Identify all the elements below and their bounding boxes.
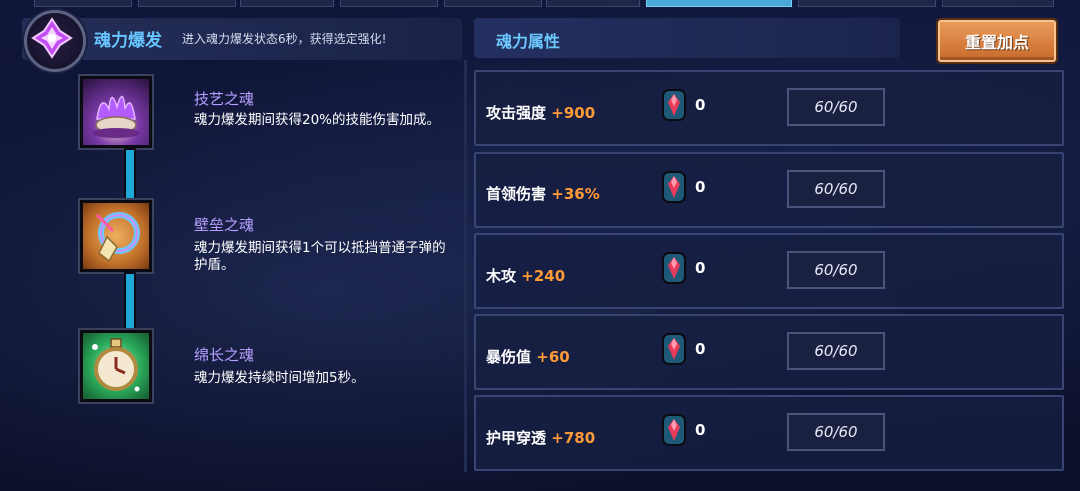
reset-points-button[interactable]: 重置加点	[938, 20, 1056, 62]
top-tab[interactable]	[546, 0, 640, 7]
soul-description: 魂力爆发期间获得20%的技能伤害加成。	[194, 112, 441, 128]
attribute-gem-count: 0	[695, 421, 706, 439]
soul-gem-icon	[660, 413, 688, 447]
attribute-gem-count: 0	[695, 96, 706, 114]
top-tab[interactable]	[138, 0, 236, 7]
attribute-level[interactable]: 60/60	[787, 88, 885, 126]
top-tab[interactable]	[34, 0, 132, 7]
soul-attributes-title: 魂力属性	[496, 32, 561, 51]
attribute-level[interactable]: 60/60	[787, 413, 885, 451]
purple-crystal-icon	[24, 10, 86, 72]
attribute-gem-count: 0	[695, 178, 706, 196]
attribute-gem-count: 0	[695, 340, 706, 358]
soul-description: 魂力爆发期间获得1个可以抵挡普通子弹的护盾。	[194, 240, 446, 273]
top-tab[interactable]	[798, 0, 936, 7]
soul-description: 魂力爆发持续时间增加5秒。	[194, 370, 365, 386]
attribute-label: 攻击强度 +900	[486, 104, 596, 122]
soul-name: 绵长之魂	[194, 346, 255, 364]
attribute-bonus: +900	[551, 104, 596, 122]
soul-connector	[124, 148, 136, 208]
soul-name: 技艺之魂	[194, 90, 255, 108]
top-tab[interactable]	[444, 0, 542, 7]
soul-gem-icon	[660, 332, 688, 366]
soul-name: 壁垒之魂	[194, 216, 255, 234]
top-tab-strip	[0, 0, 1080, 8]
soul-connector	[124, 272, 136, 332]
shield-ring-icon[interactable]	[80, 200, 152, 272]
soul-gem-icon	[660, 170, 688, 204]
attribute-label: 护甲穿透 +780	[486, 429, 596, 447]
top-tab[interactable]	[240, 0, 334, 7]
soul-burst-description: 进入魂力爆发状态6秒，获得选定强化!	[182, 32, 387, 46]
attribute-level[interactable]: 60/60	[787, 332, 885, 370]
attribute-gem-count: 0	[695, 259, 706, 277]
soul-gem-icon	[660, 251, 688, 285]
attribute-bonus: +60	[536, 348, 570, 366]
pocket-watch-icon[interactable]	[80, 330, 152, 402]
top-tab[interactable]	[340, 0, 438, 7]
soul-burst-title: 魂力爆发	[94, 31, 162, 51]
top-tab-active[interactable]	[646, 0, 792, 7]
attribute-level[interactable]: 60/60	[787, 251, 885, 289]
attribute-level[interactable]: 60/60	[787, 170, 885, 208]
attribute-label: 木攻 +240	[486, 267, 566, 285]
attribute-bonus: +240	[521, 267, 566, 285]
attribute-bonus: +36%	[551, 185, 600, 203]
purple-flame-lotus-icon[interactable]	[80, 76, 152, 148]
panel-divider	[464, 60, 467, 472]
attribute-label: 首领伤害 +36%	[486, 185, 600, 203]
soul-gem-icon	[660, 88, 688, 122]
attribute-label: 暴伤值 +60	[486, 348, 570, 366]
soul-power-screen: 魂力爆发 进入魂力爆发状态6秒，获得选定强化! 魂力属性 重置加点 技艺之魂 魂…	[0, 0, 1080, 491]
top-tab[interactable]	[942, 0, 1054, 7]
attribute-bonus: +780	[551, 429, 596, 447]
